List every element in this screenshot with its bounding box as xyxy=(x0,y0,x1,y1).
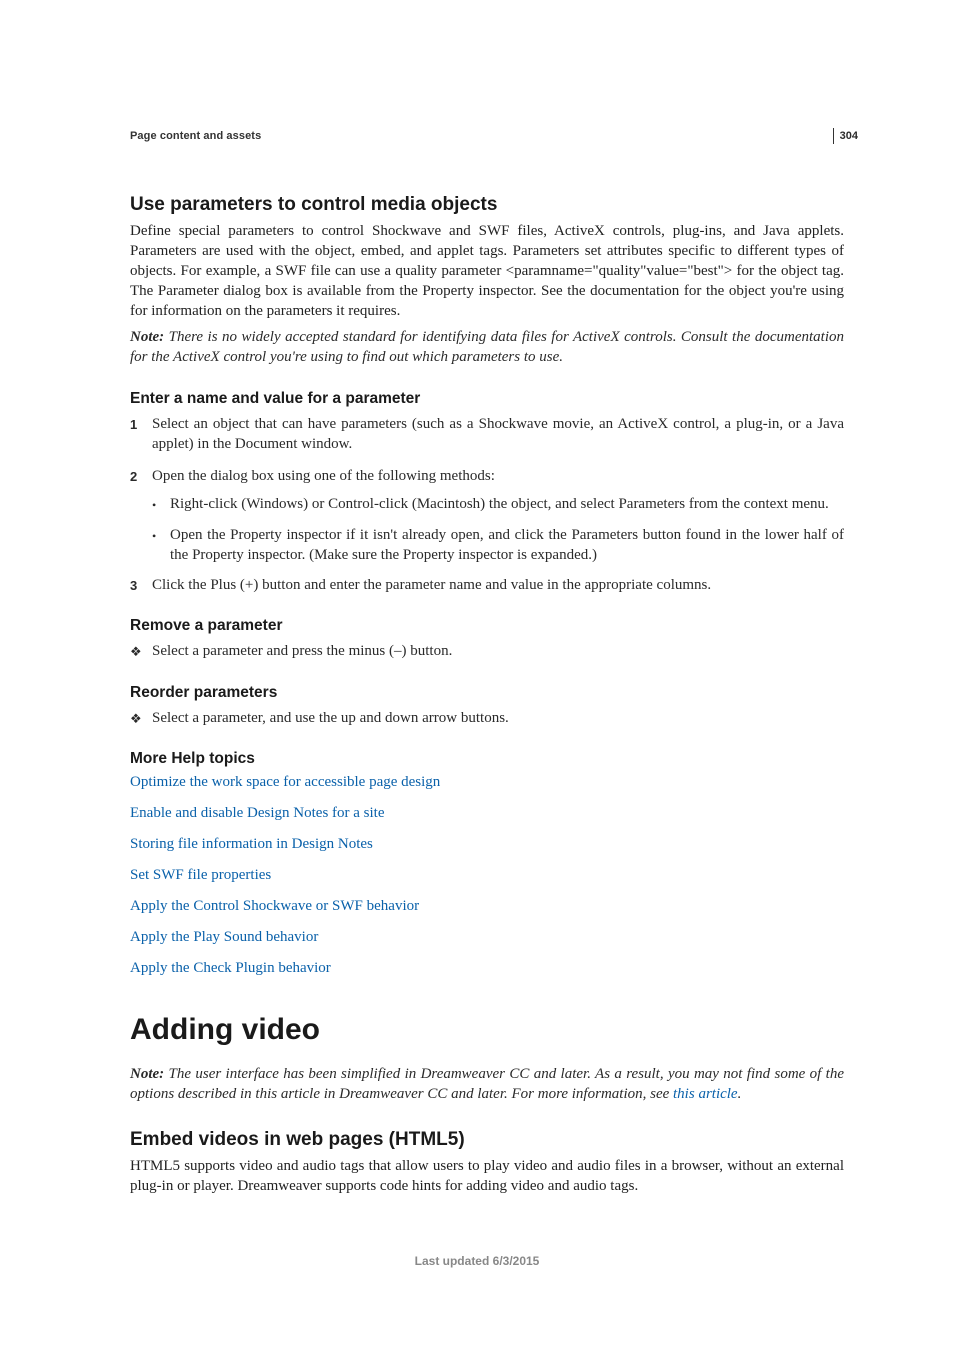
step-number: 1 xyxy=(130,414,152,455)
heading-more-help: More Help topics xyxy=(130,750,844,768)
step-number: 2 xyxy=(130,466,152,486)
bullet-icon: • xyxy=(152,494,170,514)
diamond-bullet-icon: ❖ xyxy=(130,708,152,728)
help-links: Optimize the work space for accessible p… xyxy=(130,774,844,977)
ordered-steps: 1 Select an object that can have paramet… xyxy=(130,414,844,596)
heading-reorder-parameters: Reorder parameters xyxy=(130,684,844,702)
heading-adding-video: Adding video xyxy=(130,1013,844,1047)
step-text: Open the dialog box using one of the fol… xyxy=(152,466,844,486)
heading-embed-videos: Embed videos in web pages (HTML5) xyxy=(130,1129,844,1151)
list-item-text: Open the Property inspector if it isn't … xyxy=(170,525,844,566)
list-item-text: Right-click (Windows) or Control-click (… xyxy=(170,494,844,514)
heading-remove-parameter: Remove a parameter xyxy=(130,617,844,635)
remove-step-text: Select a parameter and press the minus (… xyxy=(152,641,452,661)
note-simplified-ui: Note: The user interface has been simpli… xyxy=(130,1065,844,1105)
heading-enter-name-value: Enter a name and value for a parameter xyxy=(130,390,844,408)
link-control-shockwave[interactable]: Apply the Control Shockwave or SWF behav… xyxy=(130,898,844,915)
note-text: There is no widely accepted standard for… xyxy=(130,329,844,365)
heading-use-parameters: Use parameters to control media objects xyxy=(130,194,844,216)
step-text: Click the Plus (+) button and enter the … xyxy=(152,575,844,595)
list-item: • Right-click (Windows) or Control-click… xyxy=(152,494,844,514)
note-label: Note: xyxy=(130,329,169,345)
step-number: 3 xyxy=(130,575,152,595)
link-check-plugin[interactable]: Apply the Check Plugin behavior xyxy=(130,960,844,977)
step-2: 2 Open the dialog box using one of the f… xyxy=(130,466,844,486)
link-this-article[interactable]: this article xyxy=(673,1086,738,1102)
reorder-step-text: Select a parameter, and use the up and d… xyxy=(152,708,509,728)
diamond-bullet-icon: ❖ xyxy=(130,641,152,661)
step-3: 3 Click the Plus (+) button and enter th… xyxy=(130,575,844,595)
link-play-sound[interactable]: Apply the Play Sound behavior xyxy=(130,929,844,946)
remove-step: ❖ Select a parameter and press the minus… xyxy=(130,641,844,661)
breadcrumb: Page content and assets xyxy=(130,130,844,142)
step-2-sublist: • Right-click (Windows) or Control-click… xyxy=(152,494,844,565)
step-text: Select an object that can have parameter… xyxy=(152,414,844,455)
link-storing-file-info[interactable]: Storing file information in Design Notes xyxy=(130,836,844,853)
bullet-icon: • xyxy=(152,525,170,566)
list-item: • Open the Property inspector if it isn'… xyxy=(152,525,844,566)
link-enable-design-notes[interactable]: Enable and disable Design Notes for a si… xyxy=(130,805,844,822)
step-1: 1 Select an object that can have paramet… xyxy=(130,414,844,455)
page-footer: Last updated 6/3/2015 xyxy=(0,1254,954,1268)
note-text-post: . xyxy=(738,1086,742,1102)
note-label: Note: xyxy=(130,1066,169,1082)
intro-paragraph: Define special parameters to control Sho… xyxy=(130,222,844,322)
reorder-step: ❖ Select a parameter, and use the up and… xyxy=(130,708,844,728)
note-activex: Note: There is no widely accepted standa… xyxy=(130,328,844,368)
embed-paragraph: HTML5 supports video and audio tags that… xyxy=(130,1157,844,1197)
link-optimize-workspace[interactable]: Optimize the work space for accessible p… xyxy=(130,774,844,791)
link-swf-properties[interactable]: Set SWF file properties xyxy=(130,867,844,884)
page-number: 304 xyxy=(833,128,858,144)
